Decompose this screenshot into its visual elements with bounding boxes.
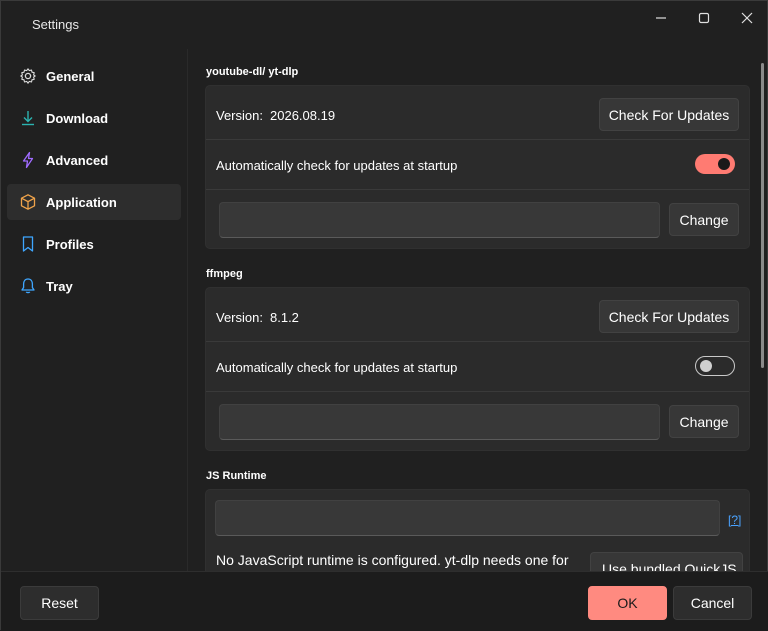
dialog-footer: Reset OK Cancel: [1, 571, 768, 631]
separator: [206, 189, 749, 190]
auto-check-toggle[interactable]: [695, 154, 735, 174]
version-label: Version:: [216, 310, 263, 325]
lightning-icon: [22, 151, 34, 169]
version-label: Version:: [216, 108, 263, 123]
settings-content: youtube-dl/ yt-dlp Version: 2026.08.19 C…: [188, 49, 768, 571]
sidebar-item-label: Tray: [46, 279, 73, 294]
box-icon: [20, 194, 36, 210]
ffmpeg-card: Version: 8.1.2 Check For Updates Automat…: [205, 287, 750, 451]
close-icon: [741, 12, 753, 24]
toggle-knob: [700, 360, 712, 372]
close-button[interactable]: [732, 7, 762, 29]
ytdlp-path-input[interactable]: [219, 202, 660, 238]
auto-check-label: Automatically check for updates at start…: [216, 158, 458, 173]
sidebar-item-application[interactable]: Application: [7, 184, 181, 220]
window-title: Settings: [32, 17, 79, 32]
toggle-knob: [718, 158, 730, 170]
ok-button[interactable]: OK: [588, 586, 667, 620]
separator: [206, 139, 749, 140]
sidebar-item-label: Advanced: [46, 153, 109, 168]
sidebar: General Download Advanced Application Pr…: [1, 49, 187, 571]
use-bundled-quickjs-button[interactable]: Use bundled QuickJS: [590, 552, 743, 571]
change-button[interactable]: Change: [669, 203, 739, 236]
section-title-ytdlp: youtube-dl/ yt-dlp: [206, 66, 299, 78]
bookmark-icon: [22, 236, 34, 252]
ffmpeg-path-input[interactable]: [219, 404, 660, 440]
sidebar-item-download[interactable]: Download: [7, 100, 181, 136]
minimize-button[interactable]: [646, 7, 676, 29]
settings-window: Settings General Download Advanced Appli…: [0, 0, 768, 631]
bell-icon: [21, 278, 35, 294]
sidebar-item-general[interactable]: General: [7, 58, 181, 94]
sidebar-item-label: General: [46, 69, 95, 84]
js-runtime-path-input[interactable]: [215, 500, 720, 536]
sidebar-item-label: Application: [46, 195, 117, 210]
sidebar-item-profiles[interactable]: Profiles: [7, 226, 181, 262]
check-updates-button[interactable]: Check For Updates: [599, 300, 739, 333]
ytdlp-card: Version: 2026.08.19 Check For Updates Au…: [205, 85, 750, 249]
check-updates-button[interactable]: Check For Updates: [599, 98, 739, 131]
separator: [206, 391, 749, 392]
minimize-icon: [656, 17, 666, 19]
change-button[interactable]: Change: [669, 405, 739, 438]
download-icon: [22, 111, 34, 126]
section-title-js-runtime: JS Runtime: [206, 470, 267, 482]
separator: [206, 341, 749, 342]
scrollbar[interactable]: [761, 63, 764, 368]
sidebar-item-advanced[interactable]: Advanced: [7, 142, 181, 178]
title-bar: Settings: [1, 1, 768, 49]
sidebar-item-tray[interactable]: Tray: [7, 268, 181, 304]
gear-icon: [20, 68, 36, 84]
version-value: 2026.08.19: [270, 108, 336, 123]
cancel-button[interactable]: Cancel: [673, 586, 752, 620]
sidebar-item-label: Profiles: [46, 237, 94, 252]
auto-check-toggle[interactable]: [695, 356, 735, 376]
js-runtime-message: No JavaScript runtime is configured. yt-…: [216, 552, 569, 568]
version-value: 8.1.2: [270, 310, 299, 325]
maximize-button[interactable]: [689, 7, 719, 29]
js-runtime-card: [?] No JavaScript runtime is configured.…: [205, 489, 750, 571]
section-title-ffmpeg: ffmpeg: [206, 268, 243, 280]
auto-check-label: Automatically check for updates at start…: [216, 360, 458, 375]
sidebar-item-label: Download: [46, 111, 109, 126]
reset-button[interactable]: Reset: [20, 586, 99, 620]
maximize-icon: [698, 12, 710, 24]
help-link[interactable]: [?]: [728, 513, 741, 527]
